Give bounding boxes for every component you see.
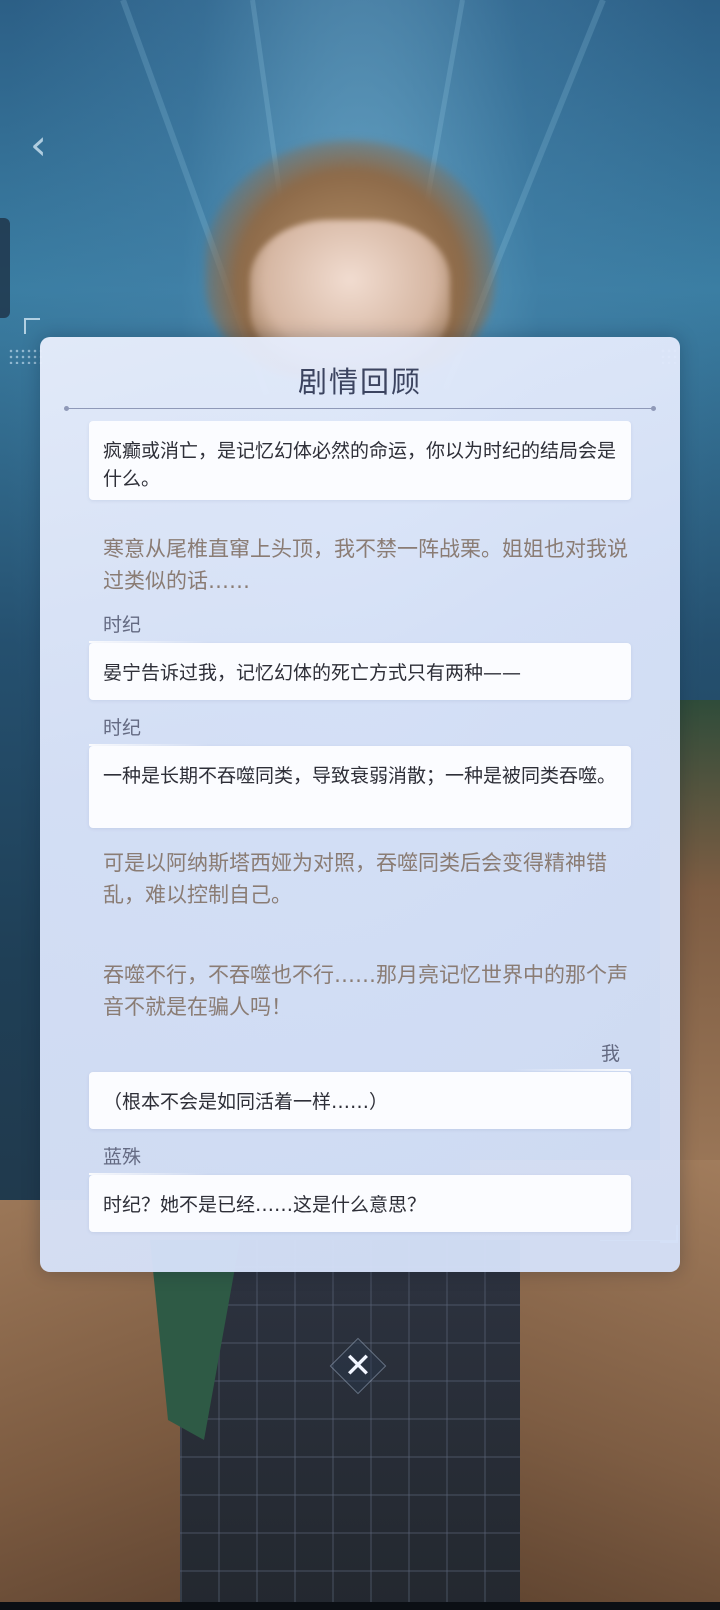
- close-icon: ✕: [343, 1346, 373, 1386]
- narration-text: 可是以阿纳斯塔西娅为对照，吞噬同类后会变得精神错乱，难以控制自己。: [103, 851, 607, 907]
- narration-text: 吞噬不行，不吞噬也不行……那月亮记忆世界中的那个声音不就是在骗人吗！: [103, 963, 628, 1019]
- back-button[interactable]: ‹: [30, 120, 70, 170]
- title-divider: [64, 406, 656, 411]
- close-button[interactable]: ✕: [329, 1337, 387, 1395]
- dialogue-log[interactable]: 疯癫或消亡，是记忆幻体必然的命运，你以为时纪的结局会是什么。 寒意从尾椎直窜上头…: [40, 421, 680, 1260]
- speaker-underline: [511, 1069, 631, 1071]
- speaker-name: 我: [600, 1043, 620, 1065]
- dialogue-text: 时纪？她不是已经……这是什么意思？: [103, 1194, 427, 1216]
- story-review-panel: 剧情回顾 疯癫或消亡，是记忆幻体必然的命运，你以为时纪的结局会是什么。 寒意从尾…: [40, 337, 680, 1272]
- dialogue-bubble: 一种是长期不吞噬同类，导致衰弱消散；一种是被同类吞噬。: [89, 746, 631, 828]
- chevron-left-icon: ‹: [30, 120, 47, 169]
- speaker-name: 时纪: [103, 614, 142, 636]
- side-tab-handle[interactable]: [0, 218, 10, 318]
- decorative-dots: [8, 348, 42, 364]
- speaker-name: 蓝殊: [103, 1146, 142, 1168]
- dialogue-text: 晏宁告诉过我，记忆幻体的死亡方式只有两种——: [103, 662, 522, 684]
- narration-text: 寒意从尾椎直窜上头顶，我不禁一阵战栗。姐姐也对我说过类似的话……: [103, 537, 628, 593]
- dialogue-text: 一种是长期不吞噬同类，导致衰弱消散；一种是被同类吞噬。: [103, 765, 617, 787]
- dialogue-bubble: 时纪？她不是已经……这是什么意思？: [89, 1175, 631, 1232]
- dialogue-bubble: （根本不会是如同活着一样……）: [89, 1072, 631, 1129]
- panel-title: 剧情回顾: [297, 365, 422, 399]
- dialogue-bubble: 疯癫或消亡，是记忆幻体必然的命运，你以为时纪的结局会是什么。: [89, 421, 631, 500]
- dialogue-text: 疯癫或消亡，是记忆幻体必然的命运，你以为时纪的结局会是什么。: [103, 440, 617, 490]
- bottom-bar: [0, 1602, 720, 1610]
- dialogue-bubble: 晏宁告诉过我，记忆幻体的死亡方式只有两种——: [89, 643, 631, 700]
- frame-corner: [24, 318, 40, 334]
- speaker-name: 时纪: [103, 717, 142, 739]
- dialogue-text: （根本不会是如同活着一样……）: [103, 1091, 389, 1113]
- character-shirt: [180, 1240, 520, 1610]
